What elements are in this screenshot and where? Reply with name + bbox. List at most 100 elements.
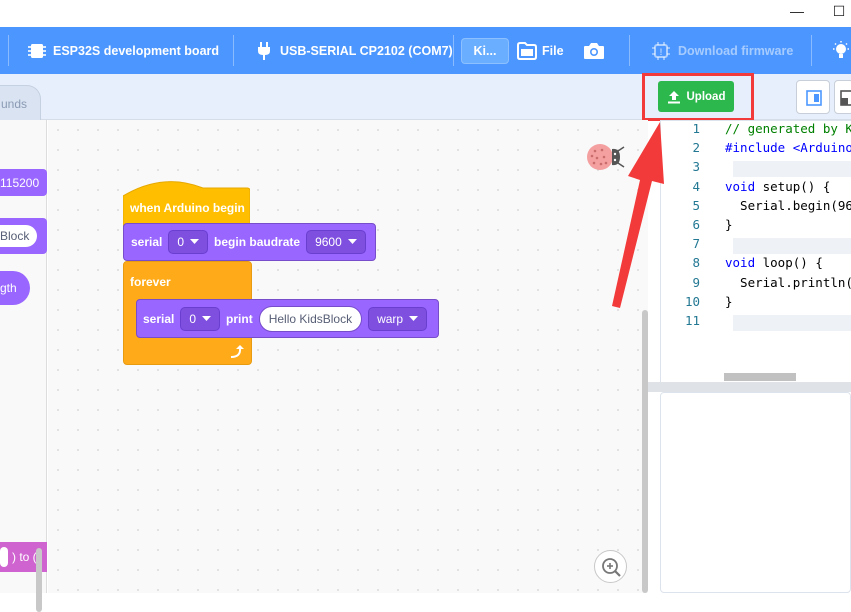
palette-block-text — [0, 547, 8, 567]
palette-block-text: gth — [0, 281, 17, 295]
zoom-in-button[interactable] — [594, 550, 627, 583]
board-chip-icon — [28, 43, 46, 58]
layout-stage-button[interactable] — [796, 80, 830, 114]
code-line: 11 — [661, 313, 851, 332]
serial-print-block[interactable]: serial 0 print Hello KidsBlock warp — [136, 299, 439, 338]
code-text: } — [725, 293, 733, 309]
hat-block[interactable]: when Arduino begin — [130, 197, 245, 219]
code-text: // generated by K — [725, 121, 851, 136]
toolbar-separator — [811, 35, 812, 66]
board-selector[interactable]: ESP32S development board — [27, 27, 219, 74]
code-line: 8 void loop() { — [661, 255, 851, 274]
port-label: USB-SERIAL CP2102 (COM7) — [280, 43, 453, 58]
code-line: 3 — [661, 159, 851, 178]
serial-port-value: 0 — [177, 235, 185, 249]
kidsblock-tab[interactable]: Ki... — [461, 38, 509, 64]
upload-icon — [667, 90, 680, 103]
code-horizontal-scrollbar[interactable] — [724, 373, 796, 381]
firmware-chip-icon: ! — [652, 41, 670, 60]
tab-sounds[interactable]: unds — [0, 85, 41, 121]
block-workspace[interactable]: when Arduino begin forever serial 0 begi… — [48, 120, 648, 593]
port-selector[interactable]: USB-SERIAL CP2102 (COM7) — [256, 27, 453, 74]
code-text: Serial.begin(96 — [725, 197, 851, 213]
print-text-input[interactable]: Hello KidsBlock — [258, 305, 363, 332]
line-number: 11 — [684, 313, 700, 328]
code-line: 10} — [661, 294, 851, 313]
palette-block-print[interactable]: Block — [0, 218, 47, 254]
empty-line-shade — [733, 161, 851, 178]
toolbar-separator — [453, 35, 454, 66]
serial-begin-action: begin baudrate — [214, 235, 301, 249]
file-icon — [517, 41, 537, 60]
serial-print-port-dropdown[interactable]: 0 — [180, 306, 221, 331]
chevron-down-icon — [190, 239, 200, 244]
tab-sounds-label: unds — [1, 97, 28, 111]
code-text: void setup() { — [725, 178, 831, 194]
maximize-button[interactable]: ☐ — [832, 3, 846, 19]
code-text: Serial.println( — [725, 274, 851, 290]
lightbulb-button[interactable] — [831, 27, 851, 74]
layout-window-icon — [840, 90, 851, 106]
code-line: 5 Serial.begin(96 — [661, 198, 851, 217]
hat-block-label: when Arduino begin — [130, 201, 245, 215]
baudrate-dropdown[interactable]: 9600 — [306, 230, 366, 254]
serial-begin-block[interactable]: serial 0 begin baudrate 9600 — [123, 223, 376, 261]
empty-line-shade — [733, 315, 851, 331]
code-text: void loop() { — [725, 255, 823, 271]
usb-plug-icon — [258, 41, 270, 60]
palette-block-length[interactable]: gth — [0, 271, 30, 305]
code-line: 4 void setup() { — [661, 179, 851, 198]
serial-begin-label: serial — [131, 235, 163, 249]
serial-print-label: serial — [143, 311, 175, 326]
code-line: 1// generated by K — [661, 121, 851, 140]
serial-print-port-value: 0 — [189, 311, 197, 326]
file-label: File — [542, 43, 564, 58]
code-line: 2 #include <Arduino — [661, 140, 851, 159]
file-menu[interactable]: File — [517, 27, 564, 74]
serial-print-action: print — [226, 311, 253, 326]
panel-divider[interactable] — [648, 382, 851, 392]
svg-text:!: ! — [660, 47, 663, 57]
annotation-arrow — [612, 122, 664, 308]
chevron-down-icon — [347, 239, 357, 244]
download-firmware-button[interactable]: ! Download firmware — [651, 27, 793, 74]
serial-port-dropdown[interactable]: 0 — [168, 230, 209, 254]
minimize-button[interactable]: — — [790, 3, 804, 19]
toolbar-separator — [629, 35, 630, 66]
workspace-scrollbar[interactable] — [642, 310, 648, 593]
toolbar-separator — [233, 35, 234, 66]
chevron-down-icon — [409, 315, 419, 321]
code-line: 7 — [661, 236, 851, 255]
kidsblock-tab-label: Ki... — [473, 44, 497, 58]
palette-block-text: 115200 — [0, 175, 40, 190]
serial-monitor-panel[interactable] — [660, 392, 851, 593]
zoom-in-icon — [602, 558, 621, 577]
code-text: #include <Arduino — [725, 140, 851, 156]
upload-button[interactable]: Upload — [658, 81, 734, 112]
layout-code-button[interactable] — [834, 80, 851, 114]
lightbulb-icon — [833, 40, 849, 58]
chevron-down-icon — [202, 315, 212, 321]
code-line: 9 Serial.println( — [661, 275, 851, 294]
upload-label: Upload — [686, 90, 726, 103]
palette-block-text: Block — [0, 225, 38, 247]
print-mode-value: warp — [377, 311, 404, 326]
code-editor[interactable]: 1// generated by K 2 #include <Arduino 3 4 vo… — [660, 120, 851, 382]
print-mode-dropdown[interactable]: warp — [368, 306, 428, 331]
palette-block-baudrate[interactable]: 115200 — [0, 169, 47, 196]
palette-scrollbar[interactable] — [36, 548, 42, 612]
board-label: ESP32S development board — [53, 43, 220, 58]
print-text-value: Hello KidsBlock — [268, 311, 353, 326]
camera-icon — [584, 42, 604, 59]
forever-label: forever — [130, 275, 171, 289]
empty-line-shade — [733, 238, 851, 255]
toolbar-separator — [8, 35, 9, 66]
screenshot-button[interactable] — [583, 27, 605, 74]
download-firmware-label: Download firmware — [678, 43, 794, 58]
main-toolbar: ESP32S development board USB-SERIAL CP21… — [0, 27, 851, 74]
layout-split-icon — [806, 90, 822, 106]
block-palette: 115200 Block gth ) to ( — [0, 120, 47, 612]
title-bar: — ☐ — [0, 0, 851, 27]
palette-block-text: ) to ( — [12, 550, 37, 564]
baudrate-value: 9600 — [315, 235, 342, 249]
